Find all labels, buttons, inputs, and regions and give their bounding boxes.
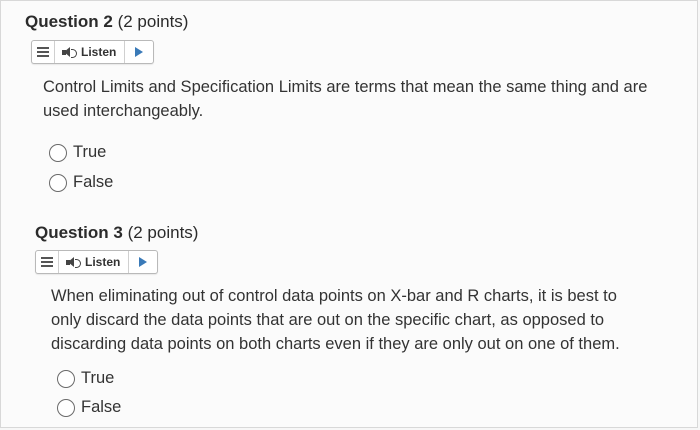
radio-circle[interactable] bbox=[49, 143, 67, 162]
question-3-text: When eliminating out of control data poi… bbox=[51, 287, 620, 353]
play-icon bbox=[135, 47, 144, 57]
hamburger-menu-icon bbox=[41, 257, 53, 267]
radio-circle[interactable] bbox=[49, 173, 67, 192]
menu-button[interactable] bbox=[36, 251, 59, 273]
question-number: Question 3 bbox=[35, 223, 123, 242]
radio-circle[interactable] bbox=[57, 398, 75, 417]
play-button[interactable] bbox=[129, 251, 157, 273]
menu-button[interactable] bbox=[32, 41, 55, 63]
option-label: True bbox=[81, 369, 115, 387]
listen-label: Listen bbox=[85, 255, 121, 269]
question-points: (2 points) bbox=[127, 223, 199, 242]
listen-button[interactable]: Listen bbox=[55, 41, 126, 63]
option-label: False bbox=[81, 398, 122, 416]
listen-toolbar: Listen bbox=[35, 250, 159, 274]
option-true[interactable]: True bbox=[49, 143, 106, 162]
question-2-text: Control Limits and Specification Limits … bbox=[43, 78, 648, 120]
listen-label: Listen bbox=[81, 45, 117, 59]
play-icon bbox=[139, 257, 148, 267]
quiz-panel: Question 2 (2 points) Listen Control Lim… bbox=[0, 0, 698, 428]
option-false[interactable]: False bbox=[57, 398, 121, 417]
radio-circle[interactable] bbox=[57, 369, 75, 388]
question-3-title: Question 3 (2 points) bbox=[35, 223, 198, 243]
listen-toolbar: Listen bbox=[31, 40, 155, 64]
play-button[interactable] bbox=[125, 41, 153, 63]
question-2-title: Question 2 (2 points) bbox=[25, 12, 188, 32]
speaker-icon bbox=[66, 256, 81, 268]
hamburger-menu-icon bbox=[37, 47, 49, 57]
option-false[interactable]: False bbox=[49, 173, 113, 192]
question-points: (2 points) bbox=[117, 12, 189, 31]
speaker-icon bbox=[62, 46, 77, 58]
option-label: True bbox=[73, 143, 107, 161]
option-label: False bbox=[73, 173, 114, 191]
question-number: Question 2 bbox=[25, 12, 113, 31]
listen-button[interactable]: Listen bbox=[59, 251, 130, 273]
option-true[interactable]: True bbox=[57, 369, 114, 388]
